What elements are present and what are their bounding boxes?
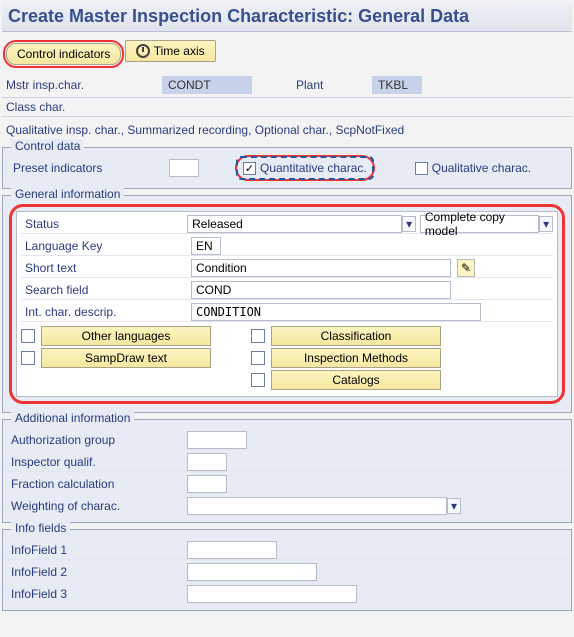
characteristic-description: Qualitative insp. char., Summarized reco… [2,119,572,141]
checkbox-icon [415,162,428,175]
time-axis-label: Time axis [154,44,205,58]
mstr-insp-label: Mstr insp.char. [2,78,162,92]
catalogs-button[interactable]: Catalogs [271,370,441,390]
sampdraw-text-button[interactable]: SampDraw text [41,348,211,368]
info-fields-group: Info fields InfoField 1 InfoField 2 Info… [2,529,572,611]
infofield3-label: InfoField 3 [7,587,187,601]
status-input[interactable]: Released [187,215,402,233]
plant-value: TKBL [372,76,422,94]
control-data-title: Control data [11,139,84,153]
infofield2-label: InfoField 2 [7,565,187,579]
qualitative-label: Qualitative charac. [432,161,531,175]
inspection-methods-button[interactable]: Inspection Methods [271,348,441,368]
checkbox-icon[interactable] [21,351,35,365]
additional-information-title: Additional information [11,411,134,425]
checkbox-icon[interactable] [251,329,265,343]
language-key-input[interactable]: EN [191,237,221,255]
fraction-calc-input[interactable] [187,475,227,493]
copy-model-dropdown-icon[interactable]: ▾ [539,216,553,232]
time-axis-button[interactable]: Time axis [125,40,216,62]
control-indicators-button[interactable]: Control indicators [6,43,121,65]
weighting-label: Weighting of charac. [7,499,187,513]
weighting-dropdown-icon[interactable]: ▾ [447,498,461,514]
clock-icon [136,44,150,58]
infofield3-input[interactable] [187,585,357,603]
inspector-qualif-label: Inspector qualif. [7,455,187,469]
short-text-input[interactable]: Condition [191,259,451,277]
copy-model-input[interactable]: Complete copy model [420,215,539,233]
qualitative-checkbox[interactable]: Qualitative charac. [411,159,535,177]
infofield1-input[interactable] [187,541,277,559]
preset-indicators-label: Preset indicators [9,161,159,175]
page-title: Create Master Inspection Characteristic:… [2,2,572,32]
toolbar: Control indicators Time axis [2,38,572,67]
checkbox-icon [243,162,256,175]
preset-indicators-input[interactable] [169,159,199,177]
status-dropdown-icon[interactable]: ▾ [402,216,416,232]
int-char-input[interactable]: CONDITION [191,303,481,321]
status-label: Status [21,217,187,231]
mstr-insp-value: CONDT [162,76,252,94]
other-languages-button[interactable]: Other languages [41,326,211,346]
class-char-label: Class char. [2,100,162,114]
checkbox-icon[interactable] [21,329,35,343]
infofield1-label: InfoField 1 [7,543,187,557]
control-data-group: Control data Preset indicators Quantitat… [2,147,572,189]
checkbox-icon[interactable] [251,351,265,365]
auth-group-input[interactable] [187,431,247,449]
control-indicators-label: Control indicators [17,47,110,61]
quantitative-checkbox[interactable]: Quantitative charac. [239,159,371,177]
weighting-input[interactable] [187,497,447,515]
additional-information-group: Additional information Authorization gro… [2,419,572,523]
checkbox-icon[interactable] [251,373,265,387]
plant-label: Plant [292,78,372,92]
classification-button[interactable]: Classification [271,326,441,346]
auth-group-label: Authorization group [7,433,187,447]
quantitative-label: Quantitative charac. [260,161,367,175]
info-fields-title: Info fields [11,521,70,535]
edit-icon[interactable]: ✎ [457,259,475,277]
search-field-input[interactable]: COND [191,281,451,299]
fraction-calc-label: Fraction calculation [7,477,187,491]
short-text-label: Short text [21,261,191,275]
infofield2-input[interactable] [187,563,317,581]
language-key-label: Language Key [21,239,191,253]
inspector-qualif-input[interactable] [187,453,227,471]
general-information-title: General information [11,187,124,201]
search-field-label: Search field [21,283,191,297]
general-information-group: General information Status Released ▾ Co… [2,195,572,413]
int-char-label: Int. char. descrip. [21,305,191,319]
